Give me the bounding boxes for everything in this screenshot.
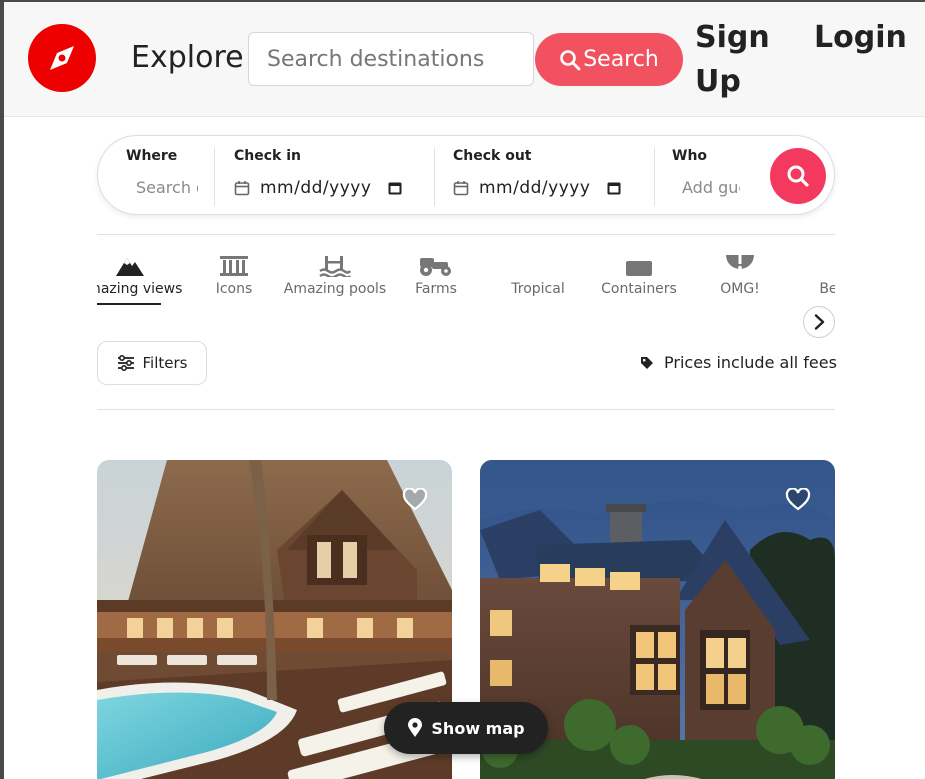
calendar-picker-icon[interactable] [606,180,622,196]
search-icon [560,49,581,70]
browser-viewport: Explore Search Sign Up Login Where Searc… [0,0,925,779]
search-icon [787,165,809,187]
where-field[interactable]: Where Search destinations [126,146,214,206]
category-amazing-pools[interactable]: Amazing pools [280,245,390,297]
divider [97,409,835,410]
tag-icon [641,356,653,369]
category-label: Containers [601,281,677,297]
divider [214,148,215,206]
fees-label: Prices include all fees [664,353,837,372]
divider [654,148,655,206]
beach-icon [826,255,835,277]
category-label: Amazing views [97,281,183,297]
divider [434,148,435,206]
login-link[interactable]: Login [814,16,907,60]
price-fees-note: Prices include all fees [640,353,837,372]
checkin-label: Check in [234,148,301,164]
category-label: OMG! [720,281,760,297]
filters-label: Filters [142,354,188,372]
site-header: Explore Search Sign Up Login [4,2,925,117]
compass-logo-icon[interactable] [28,24,96,92]
active-category-indicator [97,303,161,305]
calendar-picker-icon[interactable] [387,180,403,196]
category-label: Beach [819,281,835,297]
tractor-icon [420,258,451,276]
calendar-icon [453,181,469,196]
category-label: Farms [415,281,457,297]
chevron-right-icon [814,314,825,330]
filters-button[interactable]: Filters [97,341,207,385]
category-amazing-views[interactable]: Amazing views [97,245,185,297]
category-farms[interactable]: Farms [381,245,491,297]
exclamation-icon [726,255,754,270]
where-input[interactable]: Search destinations [136,178,198,197]
category-bar: Amazing views Icons Amazing pools Farms … [97,245,835,315]
checkout-label: Check out [453,148,532,164]
signup-link[interactable]: Sign Up [695,16,785,104]
checkout-field[interactable]: Check out mm/dd/yyyy [453,146,643,206]
brand-label[interactable]: Explore [131,40,244,75]
show-map-label: Show map [431,718,525,738]
columns-icon [220,256,248,276]
pool-icon [319,256,351,277]
header-search-button[interactable]: Search [535,33,683,86]
favorite-heart-icon[interactable] [402,487,428,516]
search-submit-button[interactable] [770,148,826,204]
category-icons[interactable]: Icons [179,245,289,297]
container-icon [626,261,652,276]
who-label: Who [672,148,708,164]
who-field[interactable]: Who Add guests [672,146,764,206]
category-tropical[interactable]: Tropical [483,245,593,297]
category-next-button[interactable] [803,306,835,338]
sliders-icon [117,355,134,371]
show-map-button[interactable]: Show map [384,702,548,754]
category-omg[interactable]: OMG! [685,245,795,297]
where-label: Where [126,148,178,164]
checkin-input[interactable]: mm/dd/yyyy [260,178,371,198]
favorite-heart-icon[interactable] [785,487,811,516]
mountain-icon [116,258,144,276]
category-containers[interactable]: Containers [584,245,694,297]
checkout-input[interactable]: mm/dd/yyyy [479,178,590,198]
calendar-icon [234,181,250,196]
category-beach[interactable]: Beach [786,245,835,297]
header-search-input[interactable] [248,32,534,86]
search-button-label: Search [583,47,659,72]
category-label: Amazing pools [283,281,387,297]
category-label: Tropical [511,281,565,297]
divider [97,234,835,235]
category-label: Icons [215,281,253,297]
booking-search-bar: Where Search destinations Check in mm/dd… [97,135,835,215]
map-pin-icon [408,718,423,737]
checkin-field[interactable]: Check in mm/dd/yyyy [234,146,424,206]
who-input[interactable]: Add guests [682,178,740,197]
